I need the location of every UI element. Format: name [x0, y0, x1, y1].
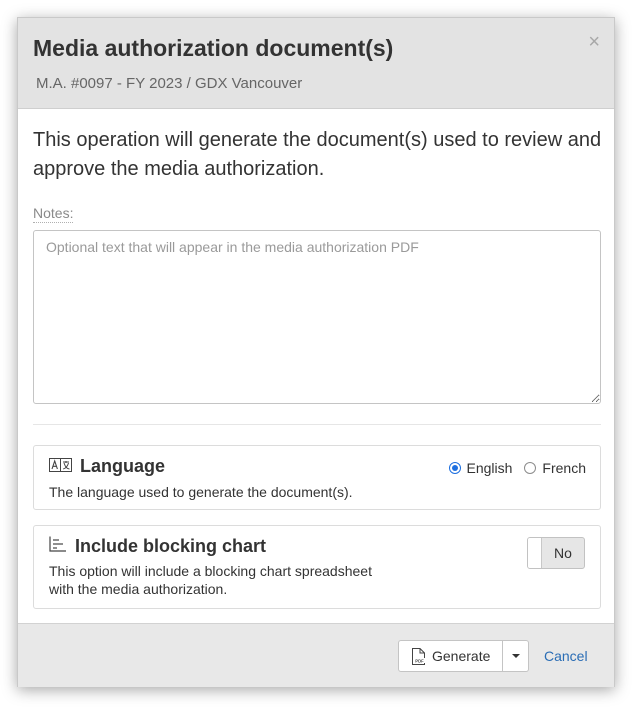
blocking-chart-title: Include blocking chart	[75, 536, 267, 556]
generate-button[interactable]: PDF Generate	[398, 640, 504, 672]
radio-french-label[interactable]: French	[542, 460, 586, 476]
toggle-label[interactable]: No	[542, 538, 584, 568]
caret-down-icon	[511, 654, 520, 658]
blocking-chart-toggle[interactable]: No	[527, 537, 585, 569]
radio-english-circle[interactable]	[448, 462, 461, 474]
language-heading: Language	[49, 456, 165, 477]
language-panel: Language The language used to generate t…	[33, 445, 601, 510]
language-radio-group: English French	[437, 460, 586, 476]
radio-french[interactable]: French	[524, 460, 586, 476]
blocking-chart-panel: Include blocking chart This option will …	[33, 525, 601, 609]
dialog-subtitle: M.A. #0097 - FY 2023 / GDX Vancouver	[36, 75, 303, 92]
notes-label: Notes:	[33, 205, 74, 223]
generate-dropdown-button[interactable]	[503, 640, 530, 672]
blocking-chart-description: This option will include a blocking char…	[49, 563, 372, 597]
dialog-title: Media authorization document(s)	[33, 35, 394, 61]
language-title: Language	[80, 456, 166, 476]
dialog-header: Media authorization document(s) M.A. #00…	[18, 18, 614, 109]
chart-icon	[49, 536, 67, 557]
svg-text:PDF: PDF	[415, 658, 424, 663]
generate-split-button: PDF Generate	[398, 640, 530, 672]
close-icon[interactable]: ×	[588, 32, 600, 52]
radio-french-circle[interactable]	[524, 462, 537, 474]
toggle-knob[interactable]	[528, 538, 542, 568]
media-authorization-dialog: Media authorization document(s) M.A. #00…	[17, 17, 615, 687]
notes-textarea[interactable]	[33, 230, 601, 404]
section-divider	[33, 424, 601, 425]
pdf-file-icon: PDF	[411, 647, 426, 665]
dialog-footer: PDF Generate Cancel	[18, 623, 614, 687]
radio-english[interactable]: English	[448, 460, 513, 476]
blocking-chart-heading: Include blocking chart	[49, 536, 266, 557]
radio-english-label[interactable]: English	[467, 460, 513, 476]
cancel-link[interactable]: Cancel	[544, 648, 588, 664]
language-description: The language used to generate the docume…	[49, 484, 353, 500]
generate-label[interactable]: Generate	[432, 648, 490, 664]
translate-icon	[49, 456, 72, 477]
intro-text: This operation will generate the documen…	[33, 129, 602, 180]
